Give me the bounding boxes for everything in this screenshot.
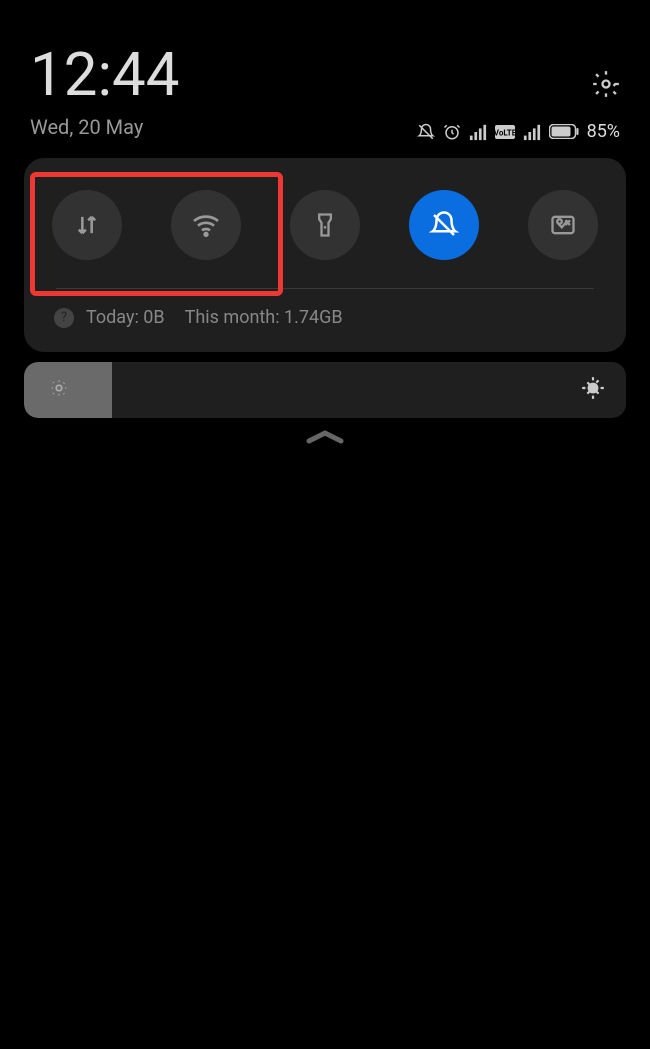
battery-percent: 85% <box>587 121 620 142</box>
brightness-slider[interactable] <box>24 362 626 418</box>
svg-text:VoLTE: VoLTE <box>495 128 515 137</box>
panel-divider <box>56 288 594 289</box>
brightness-low-icon <box>48 377 70 403</box>
clock-date: Wed, 20 May <box>30 115 179 139</box>
data-usage-row[interactable]: ? Today: 0B This month: 1.74GB <box>40 303 610 336</box>
settings-button[interactable] <box>592 70 620 102</box>
usage-today: Today: 0B <box>86 307 165 328</box>
dnd-toggle[interactable] <box>409 190 479 260</box>
alarm-status-icon <box>443 123 461 141</box>
mobile-data-icon <box>73 211 101 239</box>
signal-bars-2-icon <box>523 123 541 141</box>
flashlight-toggle[interactable] <box>290 190 360 260</box>
wifi-toggle[interactable] <box>171 190 241 260</box>
chevron-up-icon <box>299 426 351 446</box>
battery-icon <box>549 124 579 139</box>
screenshot-toggle[interactable] <box>528 190 598 260</box>
dnd-status-icon <box>417 123 435 141</box>
usage-month: This month: 1.74GB <box>185 307 343 328</box>
dnd-bell-icon <box>429 210 459 240</box>
flashlight-icon <box>311 211 339 239</box>
wifi-icon <box>190 209 222 241</box>
volte-icon: VoLTE <box>495 125 515 139</box>
mobile-data-toggle[interactable] <box>52 190 122 260</box>
expand-panel-handle[interactable] <box>0 426 650 446</box>
help-icon: ? <box>54 308 74 328</box>
gear-icon <box>592 70 620 98</box>
quick-settings-panel: ? Today: 0B This month: 1.74GB <box>24 158 626 352</box>
brightness-high-icon <box>580 375 606 405</box>
clock-time: 12:44 <box>30 45 179 105</box>
screenshot-icon <box>549 211 577 239</box>
signal-bars-icon <box>469 123 487 141</box>
